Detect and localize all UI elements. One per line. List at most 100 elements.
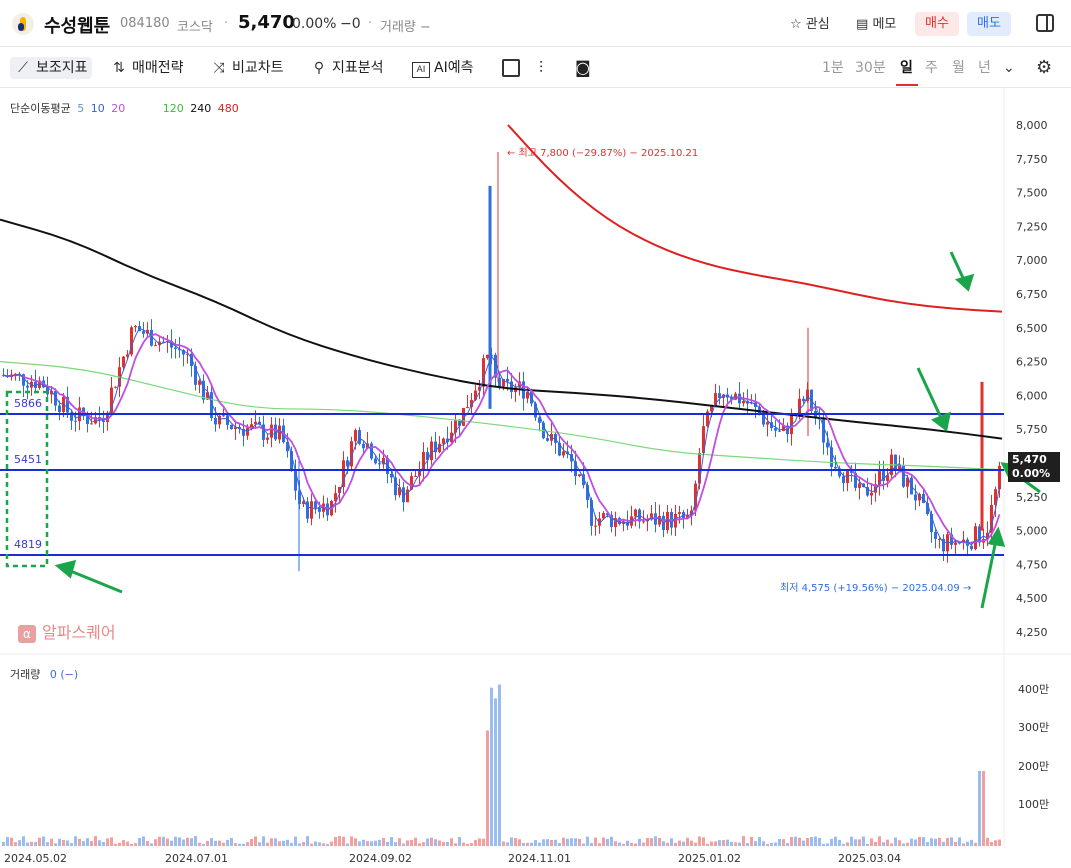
- candle-body: [506, 378, 509, 382]
- price-chart[interactable]: 8,000 7,750 7,500 7,250 7,000 6,750 6,500 6,250…: [0, 0, 1071, 868]
- volume-bar: [410, 840, 413, 846]
- volume-bar: [662, 841, 665, 846]
- candle-body: [210, 392, 213, 419]
- volume-bar: [370, 841, 373, 846]
- compare-button[interactable]: ⤨ 비교차트: [210, 57, 283, 79]
- period-1min[interactable]: 1분: [822, 57, 844, 79]
- candle-body: [850, 469, 853, 473]
- ma-legend-title: 단순이동평균: [10, 102, 71, 115]
- indicators-button[interactable]: ⟋ 보조지표: [10, 57, 92, 79]
- volume-bar: [102, 841, 105, 846]
- candle-body: [830, 447, 833, 467]
- candle-body: [650, 513, 653, 520]
- period-week[interactable]: 주: [925, 57, 938, 79]
- candle-body: [326, 503, 329, 516]
- volume-bar: [958, 837, 961, 846]
- candle-body: [418, 469, 421, 476]
- volume-bar: [478, 838, 481, 846]
- candle-body: [642, 521, 645, 523]
- square-icon[interactable]: [502, 59, 520, 77]
- candle-body: [330, 500, 333, 516]
- volume-bar: [562, 837, 565, 846]
- side-panel-toggle-icon[interactable]: [1036, 14, 1054, 32]
- volume-bar: [558, 843, 561, 846]
- change-absolute: −0: [340, 16, 361, 32]
- company-logo-icon: [12, 13, 34, 35]
- volume-bar: [434, 839, 437, 846]
- volume-bar: [362, 839, 365, 846]
- candle-body: [990, 504, 993, 533]
- volume-bar: [682, 841, 685, 846]
- volume-bar: [950, 837, 953, 846]
- volume-bar: [178, 837, 181, 846]
- volume-bar: [690, 840, 693, 846]
- change-percent: 0.00%: [292, 16, 337, 32]
- camera-icon[interactable]: ◙: [575, 57, 591, 79]
- volume-bars: [2, 684, 1001, 846]
- volume-bar: [270, 838, 273, 846]
- candle-body: [462, 407, 465, 426]
- period-month[interactable]: 월: [952, 57, 965, 79]
- period-30min[interactable]: 30분: [855, 57, 886, 79]
- volume-bar: [378, 839, 381, 846]
- analysis-icon: ⚲: [313, 60, 325, 76]
- candle-body: [410, 476, 413, 490]
- analysis-button[interactable]: ⚲ 지표분석: [310, 57, 384, 79]
- candle-body: [886, 475, 889, 481]
- candlestick-icon[interactable]: ⫶: [539, 57, 543, 79]
- buy-button[interactable]: 매수: [915, 12, 959, 36]
- period-year[interactable]: 년: [978, 57, 991, 79]
- volume-bar: [430, 837, 433, 846]
- volume-bar: [350, 836, 353, 846]
- ai-predict-button[interactable]: AI AI예측: [412, 57, 473, 79]
- candle-body: [374, 458, 377, 464]
- separator-dot: ·: [368, 16, 373, 31]
- volume-bar: [450, 838, 453, 846]
- candle-body: [262, 424, 265, 440]
- volume-bar: [262, 836, 265, 846]
- volume-bar: [826, 843, 829, 846]
- candle-body: [982, 539, 985, 543]
- volume-bar: [22, 836, 25, 846]
- x-tick-label: 2025.03.04: [838, 852, 901, 865]
- gear-icon[interactable]: ⚙: [1036, 57, 1052, 78]
- candle-body: [70, 412, 73, 421]
- volume-bar: [966, 841, 969, 846]
- ma240-line: [0, 218, 1003, 440]
- watchlist-button[interactable]: ☆ 관심: [790, 13, 830, 32]
- candle-body: [470, 399, 473, 408]
- volume-summary: 거래량 −: [380, 20, 431, 35]
- volume-bar: [290, 842, 293, 846]
- chevron-down-icon[interactable]: ⌄: [1003, 57, 1015, 79]
- volume-bar: [974, 842, 977, 846]
- sell-button[interactable]: 매도: [967, 12, 1011, 36]
- candle-body: [58, 405, 61, 412]
- volume-bar: [818, 837, 821, 846]
- arrow-low: [980, 539, 998, 609]
- strategy-button[interactable]: ⇅ 매매전략: [110, 57, 183, 79]
- candle-body: [974, 526, 977, 550]
- candle-body: [562, 451, 565, 456]
- arrow-level: [916, 367, 944, 421]
- candle-body: [206, 392, 209, 400]
- volume-bar: [338, 836, 341, 846]
- volume-bar: [802, 840, 805, 846]
- shuffle-icon: ⤨: [213, 60, 225, 76]
- period-day[interactable]: 일: [900, 57, 913, 79]
- memo-button[interactable]: ▤ 메모: [856, 13, 896, 32]
- volume-bar: [58, 838, 61, 846]
- candle-body: [18, 373, 21, 375]
- volume-bar: [234, 843, 237, 846]
- volume-bar: [658, 837, 661, 846]
- low-annotation: 최저 4,575 (+19.56%) − 2025.04.09 →: [780, 582, 971, 594]
- volume-bar: [794, 836, 797, 846]
- candle-body: [198, 380, 201, 385]
- volume-bar: [198, 842, 201, 846]
- volume-bar: [738, 842, 741, 846]
- ma10-label: 10: [90, 102, 105, 115]
- volume-bar: [726, 839, 729, 846]
- volume-bar: [570, 838, 573, 846]
- candle-body: [618, 518, 621, 525]
- candle-body: [110, 387, 113, 413]
- candle-body: [146, 329, 149, 334]
